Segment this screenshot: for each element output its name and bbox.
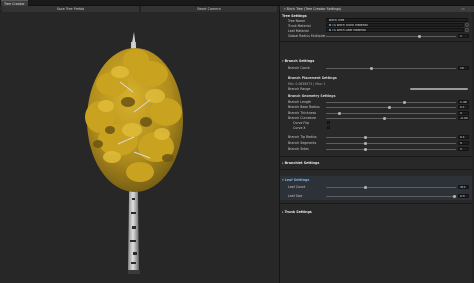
branch-count-label: Branch Count [288, 66, 310, 70]
leaf-count-value[interactable]: 311 [458, 185, 469, 189]
branch-thickness-label: Branch Thickness [288, 111, 317, 115]
inspector-panel: ▾Birch Tree (Tree Creator Settings) ▭ ⋮ … [279, 6, 474, 283]
global-radius-value[interactable]: 1 [458, 34, 469, 38]
branch-curvature-slider[interactable] [326, 118, 456, 119]
branch-segments-label: Branch Segments [288, 141, 317, 145]
branch-base-radius-label: Branch Base Radius [288, 105, 320, 109]
branch-length-slider[interactable] [326, 102, 456, 103]
slider-thumb[interactable] [383, 117, 386, 120]
branch-settings-header[interactable]: ▾Branch Settings [282, 59, 473, 63]
leaf-count-slider[interactable] [326, 187, 456, 188]
lock-icon[interactable]: ▭ [461, 7, 465, 11]
divider [280, 41, 474, 42]
branch-placement-info: Min: 0.0838973 | Max: 1 [288, 82, 326, 86]
leaf-material-field[interactable]: TS Birch Leaf Material [326, 28, 464, 32]
trunk-settings-header[interactable]: ▸Trunk Settings [282, 210, 473, 214]
slider-thumb[interactable] [337, 112, 341, 115]
branch-geometry-title: Branch Geometry Settings [288, 94, 336, 98]
branch-length-value[interactable]: 1.46 [458, 100, 469, 104]
branch-count-value[interactable]: 10 [458, 66, 469, 70]
leaf-size-slider[interactable] [326, 196, 456, 197]
divider [280, 156, 474, 157]
leaf-size-value[interactable]: 0.5 [458, 194, 469, 198]
branch-sides-value[interactable]: 3 [458, 147, 469, 151]
branchlet-settings-header[interactable]: ▸Branchlet Settings [282, 161, 473, 165]
slider-thumb[interactable] [363, 136, 367, 139]
branch-sides-label: Branch Sides [288, 147, 309, 151]
branch-range-minmax-slider[interactable] [410, 88, 468, 90]
branch-placement-title: Branch Placement Settings [288, 76, 337, 80]
branch-tip-radius-slider[interactable] [326, 137, 456, 138]
tree-name-field[interactable]: Birch Tree [326, 18, 468, 22]
branch-length-label: Branch Length [288, 100, 312, 104]
curve-x-label: Curve X [293, 126, 306, 130]
global-radius-label: Global Radius Multiplier [288, 34, 326, 38]
branch-range-label: Branch Range [288, 87, 311, 91]
material-icon [329, 24, 331, 26]
slider-thumb[interactable] [363, 148, 367, 151]
branch-tip-radius-label: Branch Tip Radius [288, 135, 317, 139]
inspector-header: ▾Birch Tree (Tree Creator Settings) [280, 6, 474, 12]
tree-preview-render [85, 32, 183, 274]
branch-curvature-label: Branch Curvature [288, 116, 317, 120]
global-radius-slider[interactable] [326, 36, 456, 37]
slider-thumb[interactable] [363, 186, 367, 189]
divider [280, 169, 474, 170]
leaf-count-label: Leaf Count [288, 185, 306, 189]
branch-tip-radius-value[interactable]: 0.1 [458, 135, 469, 139]
inspector-title: Birch Tree (Tree Creator Settings) [286, 7, 342, 11]
branch-count-slider[interactable] [326, 68, 456, 69]
slider-thumb[interactable] [388, 106, 392, 109]
slider-thumb[interactable] [418, 35, 422, 38]
trunk-material-field[interactable]: TS Birch Trunk Material [326, 23, 464, 27]
leaf-settings-header[interactable]: ▾Leaf Settings [282, 178, 473, 182]
branch-thickness-slider[interactable] [326, 113, 456, 114]
object-picker-icon[interactable] [465, 28, 469, 32]
material-icon [329, 29, 331, 31]
tree-preview-viewport[interactable]: Save Tree Prefab Reset Camera [0, 6, 279, 283]
branch-base-radius-value[interactable]: 0.1 [458, 105, 469, 109]
branch-segments-value[interactable]: 5 [458, 141, 469, 145]
slider-thumb[interactable] [402, 101, 406, 104]
branch-sides-slider[interactable] [326, 149, 456, 150]
curve-flip-checkbox[interactable] [327, 121, 330, 124]
slider-thumb[interactable] [370, 67, 373, 70]
branch-thickness-value[interactable]: 0 [458, 111, 469, 115]
branch-curvature-value[interactable]: -0.093 [458, 116, 469, 120]
canopy [85, 32, 183, 192]
leaf-size-label: Leaf Size [288, 194, 303, 198]
curve-flip-label: Curve Flip [293, 121, 310, 125]
slider-thumb[interactable] [363, 142, 367, 145]
curve-x-checkbox[interactable] [327, 126, 330, 129]
tree-name-label: Tree Name [288, 19, 306, 23]
divider [280, 203, 474, 204]
branch-segments-slider[interactable] [326, 143, 456, 144]
leaf-material-label: Leaf Material [288, 29, 309, 33]
tree-creator-icon: ▾ [284, 7, 286, 11]
trunk-material-label: Trunk Material [288, 24, 311, 28]
object-picker-icon[interactable] [465, 23, 469, 27]
menu-icon[interactable]: ⋮ [467, 7, 471, 11]
